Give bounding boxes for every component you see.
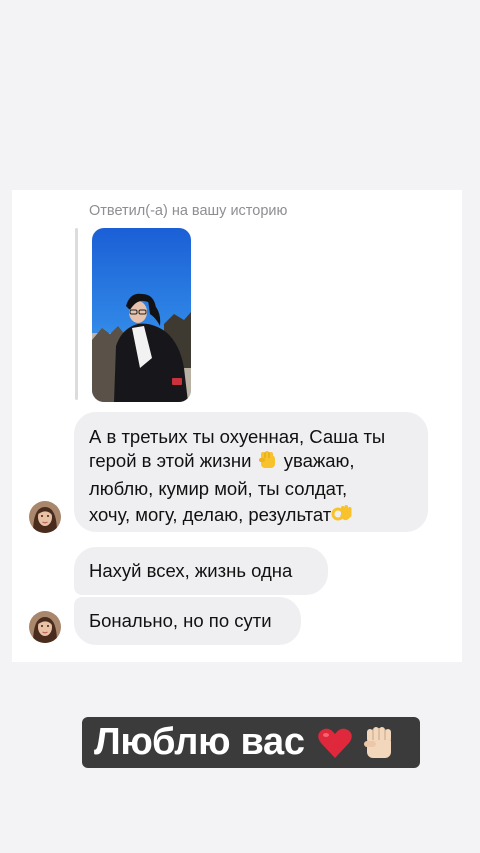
raised-fist-light-icon [361,724,397,762]
message-1-line-4-text: хочу, могу, делаю, результат [89,504,332,525]
chat-card: Ответил(-а) на вашу историю А в третьих … [12,190,462,662]
story-photo [92,228,191,402]
message-3-text: Бонально, но по сути [89,610,272,631]
story-thumbnail[interactable] [92,228,191,402]
message-1-line-4: хочу, могу, делаю, результат [89,501,413,531]
raised-fist-icon [257,449,279,477]
ok-hand-icon [331,501,353,531]
avatar[interactable] [29,611,61,643]
message-1-line-1: А в третьих ты охуенная, Саша ты [89,426,386,447]
avatar[interactable] [29,501,61,533]
quote-bar [75,228,78,400]
message-1-line-2-tail: уважаю, [283,450,355,471]
message-bubble-1[interactable]: А в третьих ты охуенная, Саша ты герой в… [74,412,428,532]
message-bubble-2[interactable]: Нахуй всех, жизнь одна [74,547,328,595]
message-bubble-3[interactable]: Бонально, но по сути [74,597,301,645]
message-1-line-2: герой в этой жизни уважаю, [89,449,413,477]
red-heart-icon [317,726,353,760]
caption-text: Люблю вас [94,721,305,763]
story-reply-label: Ответил(-а) на вашу историю [89,203,288,219]
message-2-text: Нахуй всех, жизнь одна [89,560,293,581]
message-1-line-2-text: герой в этой жизни [89,450,252,471]
message-1-line-3: люблю, кумир мой, ты солдат, [89,478,348,499]
story-caption: Люблю вас [82,717,420,768]
